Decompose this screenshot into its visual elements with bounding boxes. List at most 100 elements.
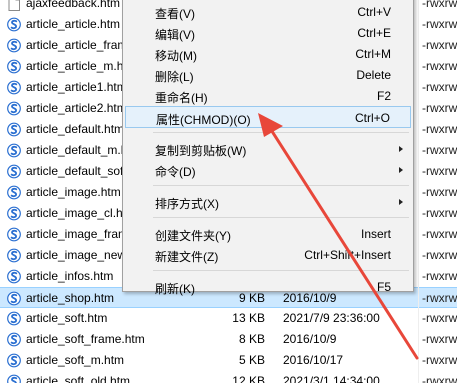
file-permissions: -rwxrw	[422, 17, 457, 31]
html-file-icon	[7, 80, 21, 95]
html-file-icon	[7, 122, 21, 137]
file-name: article_article1.htm	[26, 80, 127, 94]
menu-item-label: 排序方式(X)	[155, 197, 219, 211]
menu-item[interactable]: 查看(V) Ctrl+V	[125, 1, 411, 23]
html-file-icon	[7, 143, 21, 158]
menu-item-label: 属性(CHMOD)(O)	[156, 113, 251, 127]
html-file-icon	[7, 164, 21, 179]
file-permissions: -rwxrw	[422, 101, 457, 115]
html-file-icon	[7, 206, 21, 221]
menu-item-shortcut: Ctrl+E	[357, 26, 391, 40]
menu-item-label: 查看(V)	[155, 7, 195, 21]
menu-item[interactable]: 刷新(K) F5	[125, 276, 411, 298]
file-row[interactable]: article_soft_frame.htm 8 KB 2016/10/9 -rwxr…	[0, 329, 457, 350]
submenu-arrow-icon	[399, 199, 403, 205]
file-permissions: -rwxrw	[422, 80, 457, 94]
menu-item-label: 删除(L)	[155, 70, 194, 84]
file-permissions: -rwxrw	[422, 311, 457, 325]
menu-separator	[153, 132, 409, 133]
file-permissions: -rwxrw	[422, 206, 457, 220]
html-file-icon	[7, 185, 21, 200]
html-file-icon	[7, 38, 21, 53]
menu-item-shortcut: Ctrl+M	[355, 47, 391, 61]
file-name: article_soft_frame.htm	[26, 332, 145, 346]
menu-separator	[153, 185, 409, 186]
file-permissions: -rwxrw	[422, 0, 457, 10]
file-date: 2016/10/9	[283, 332, 337, 346]
menu-item-shortcut: F5	[376, 280, 391, 294]
file-name: article_article2.htm	[26, 101, 127, 115]
menu-item[interactable]: 复制到剪贴板(W)	[125, 138, 411, 160]
file-permissions: -rwxrw	[422, 164, 457, 178]
menu-item[interactable]: 命令(D)	[125, 159, 411, 181]
file-name: article_image.htm	[26, 185, 121, 199]
submenu-arrow-icon	[399, 146, 403, 152]
html-file-icon	[7, 374, 21, 383]
menu-item-shortcut: Insert	[360, 227, 391, 241]
menu-item[interactable]: 属性(CHMOD)(O) Ctrl+O	[125, 106, 411, 128]
html-file-icon	[7, 332, 21, 347]
column-separator	[418, 0, 419, 383]
menu-item[interactable]: 删除(L) Delete	[125, 64, 411, 86]
menu-item[interactable]: 创建文件夹(Y) Insert	[125, 223, 411, 245]
menu-item-label: 复制到剪贴板(W)	[155, 144, 247, 158]
menu-item-label: 移动(M)	[155, 49, 197, 63]
html-file-icon	[7, 17, 21, 32]
file-name: article_infos.htm	[26, 269, 114, 283]
file-permissions: -rwxrw	[422, 143, 457, 157]
menu-item-label: 命令(D)	[155, 165, 196, 179]
file-size: 13 KB	[232, 311, 265, 325]
file-permissions: -rwxrw	[422, 332, 457, 346]
file-row[interactable]: article_soft_m.htm 5 KB 2016/10/17 -rwxrw	[0, 350, 457, 371]
file-name: article_article_m.htm	[26, 59, 137, 73]
menu-item[interactable]: 新建文件(Z) Ctrl+Shift+Insert	[125, 244, 411, 266]
file-row[interactable]: article_soft_old.htm 12 KB 2021/3/1 14:34:…	[0, 371, 457, 383]
submenu-arrow-icon	[399, 167, 403, 173]
html-file-icon	[7, 248, 21, 263]
html-file-icon	[7, 291, 21, 306]
menu-item-shortcut: Ctrl+Shift+Insert	[304, 248, 391, 262]
file-permissions: -rwxrw	[422, 38, 457, 52]
html-file-icon	[7, 227, 21, 242]
menu-item-shortcut: F2	[376, 89, 391, 103]
file-permissions: -rwxrw	[422, 185, 457, 199]
menu-separator	[153, 217, 409, 218]
html-file-icon	[7, 311, 21, 326]
html-file-icon	[7, 353, 21, 368]
file-name: article_soft_old.htm	[26, 374, 131, 383]
menu-item[interactable]: 排序方式(X)	[125, 191, 411, 213]
file-row[interactable]: article_soft.htm 13 KB 2021/7/9 23:36:00 -r…	[0, 308, 457, 329]
file-permissions: -rwxrw	[422, 59, 457, 73]
file-date: 2021/7/9 23:36:00	[283, 311, 380, 325]
file-name: article_soft.htm	[26, 311, 108, 325]
menu-item[interactable]: 编辑(V) Ctrl+E	[125, 22, 411, 44]
file-size: 8 KB	[238, 332, 265, 346]
menu-item[interactable]: 移动(M) Ctrl+M	[125, 43, 411, 65]
file-name: ajaxfeedback.htm	[26, 0, 121, 10]
file-permissions: -rwxrw	[422, 291, 457, 305]
html-file-icon	[7, 59, 21, 74]
file-name: article_image_cl.htm	[26, 206, 137, 220]
context-menu: 查看(V) Ctrl+V 编辑(V) Ctrl+E 移动(M) Ctrl+M 删除(L) De…	[122, 0, 414, 296]
menu-separator	[153, 270, 409, 271]
file-permissions: -rwxrw	[422, 248, 457, 262]
file-permissions: -rwxrw	[422, 353, 457, 367]
file-name: article_article.htm	[26, 17, 121, 31]
menu-item-label: 创建文件夹(Y)	[155, 229, 231, 243]
file-size: 12 KB	[232, 374, 265, 383]
file-name: article_soft_m.htm	[26, 353, 125, 367]
menu-item[interactable]: 重命名(H) F2	[125, 85, 411, 107]
menu-item-shortcut: Ctrl+O	[354, 111, 390, 125]
file-size: 5 KB	[238, 353, 265, 367]
file-name: article_shop.htm	[26, 291, 115, 305]
file-icon	[7, 0, 21, 11]
menu-item-label: 刷新(K)	[155, 282, 195, 296]
file-name: article_default.htm	[26, 122, 125, 136]
html-file-icon	[7, 101, 21, 116]
file-permissions: -rwxrw	[422, 122, 457, 136]
file-date: 2021/3/1 14:34:00	[283, 374, 380, 383]
file-permissions: -rwxrw	[422, 269, 457, 283]
menu-item-label: 编辑(V)	[155, 28, 195, 42]
file-date: 2016/10/17	[283, 353, 344, 367]
menu-item-label: 重命名(H)	[155, 91, 208, 105]
